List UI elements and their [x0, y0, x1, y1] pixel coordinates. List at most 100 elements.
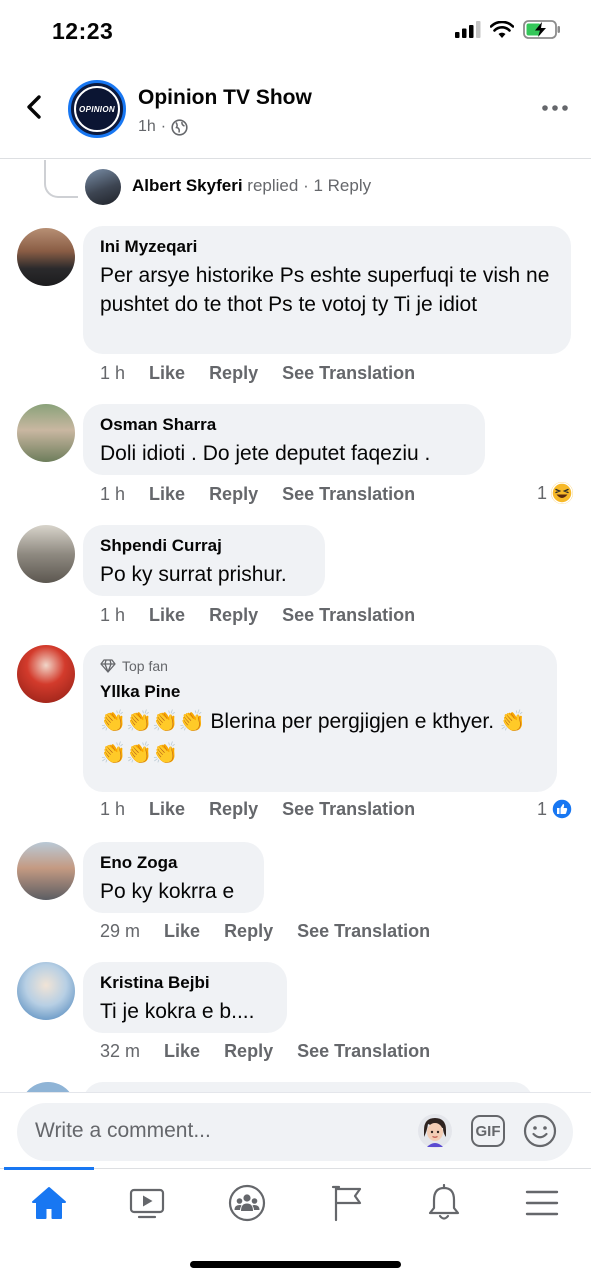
nav-groups[interactable] [227, 1183, 267, 1223]
nav-notifications[interactable] [424, 1183, 464, 1223]
avatar[interactable] [17, 842, 75, 900]
reaction-summary[interactable]: 1 [537, 798, 573, 820]
nav-video[interactable] [127, 1183, 167, 1223]
globe-icon [171, 118, 188, 136]
comment-actions: 29 m Like Reply See Translation [100, 921, 454, 942]
avatar[interactable] [17, 404, 75, 462]
comment-bubble[interactable]: Kristina Bejbi Ti je kokra e b.... [83, 962, 287, 1033]
gif-button[interactable]: GIF [471, 1115, 505, 1147]
thread-connector-line [44, 160, 78, 198]
diamond-icon [100, 659, 116, 673]
comment-item: Top fan Yllka Pine 👏👏👏👏 Blerina per perg… [0, 645, 591, 830]
video-icon [129, 1188, 165, 1219]
avatar-sticker-icon[interactable] [417, 1113, 453, 1149]
like-button[interactable]: Like [149, 363, 185, 384]
reaction-count: 1 [536, 798, 547, 819]
comment-author[interactable]: Eno Zoga [100, 852, 247, 874]
comment-item: Osman Sharra Doli idioti . Do jete deput… [0, 404, 591, 514]
more-horizontal-icon[interactable] [541, 102, 569, 114]
reply-summary-text[interactable]: Albert Skyferi replied · 1 Reply [132, 176, 371, 196]
comment-text: Doli idioti . Do jete deputet faqeziu . [100, 442, 431, 465]
comment-bubble[interactable]: Eno Zoga Po ky kokrra e [83, 842, 264, 913]
avatar[interactable] [17, 525, 75, 583]
post-time: 1h [138, 118, 156, 135]
avatar[interactable] [17, 645, 75, 703]
see-translation-button[interactable]: See Translation [282, 484, 415, 505]
nav-menu[interactable] [522, 1183, 562, 1223]
reaction-summary[interactable]: 1 [537, 482, 573, 504]
comment-time: 1 h [100, 799, 126, 819]
home-indicator-bar[interactable] [190, 1261, 401, 1268]
see-translation-button[interactable]: See Translation [282, 799, 415, 820]
comment-input-placeholder: Write a comment... [35, 1119, 211, 1142]
wifi-icon [490, 20, 514, 38]
comment-item: Ini Myzeqari Per arsye historike Ps esht… [0, 226, 591, 396]
bottom-navigation [0, 1167, 591, 1280]
nav-home[interactable] [29, 1183, 69, 1223]
meta-separator: · [303, 176, 309, 195]
comment-bubble[interactable]: Ini Myzeqari Per arsye historike Ps esht… [83, 226, 571, 354]
notifications-bell-icon [428, 1184, 460, 1220]
comment-text: Po ky kokrra e [100, 880, 235, 903]
comment-item: Eno Zoga Po ky kokrra e 29 m Like Reply … [0, 842, 591, 952]
reply-button[interactable]: Reply [209, 363, 258, 384]
opinion-logo: OPINION [74, 86, 120, 132]
reply-button[interactable]: Reply [209, 799, 258, 820]
comment-time: 1 h [100, 484, 126, 504]
comment-time: 1 h [100, 605, 126, 625]
reply-button[interactable]: Reply [209, 605, 258, 626]
nav-pages[interactable] [327, 1183, 367, 1223]
comment-author[interactable]: Osman Sharra [100, 414, 468, 436]
comment-actions: 32 m Like Reply See Translation [100, 1041, 454, 1062]
top-fan-label: Top fan [122, 658, 168, 674]
comment-input[interactable]: Write a comment... GIF [17, 1103, 573, 1161]
comment-bubble[interactable]: Shpendi Curraj Po ky surrat prishur. [83, 525, 325, 596]
comment-bubble[interactable]: Top fan Yllka Pine 👏👏👏👏 Blerina per perg… [83, 645, 557, 792]
comment-actions: 1 h Like Reply See Translation [100, 799, 439, 820]
page-name[interactable]: Opinion TV Show [138, 86, 312, 110]
status-bar: 12:23 [0, 0, 591, 64]
menu-icon [525, 1190, 559, 1216]
like-button[interactable]: Like [164, 1041, 200, 1062]
comment-time: 1 h [100, 363, 126, 383]
comment-item: Shpendi Curraj Po ky surrat prishur. 1 h… [0, 525, 591, 635]
like-button[interactable]: Like [149, 484, 185, 505]
comment-text: Ti je kokra e b.... [100, 1000, 255, 1023]
reply-verb: replied [247, 176, 299, 195]
like-thumbs-up-icon [551, 798, 573, 820]
see-translation-button[interactable]: See Translation [282, 605, 415, 626]
avatar[interactable] [17, 962, 75, 1020]
comment-text: Po ky surrat prishur. [100, 563, 287, 586]
home-icon [32, 1187, 66, 1219]
comment-text: Per arsye historike Ps eshte superfuqi t… [100, 264, 550, 316]
reaction-count: 1 [536, 482, 547, 503]
haha-laughing-emoji-icon [551, 482, 573, 504]
comment-actions: 1 h Like Reply See Translation [100, 363, 439, 384]
comment-author[interactable]: Yllka Pine [100, 681, 540, 703]
reply-button[interactable]: Reply [224, 1041, 273, 1062]
reply-button[interactable]: Reply [209, 484, 258, 505]
comment-composer-area: Write a comment... GIF [0, 1092, 591, 1168]
comment-author[interactable]: Ini Myzeqari [100, 236, 554, 258]
see-translation-button[interactable]: See Translation [282, 363, 415, 384]
like-button[interactable]: Like [164, 921, 200, 942]
reply-count: 1 Reply [313, 176, 372, 195]
chevron-left-icon[interactable] [20, 92, 50, 122]
pages-flag-icon [331, 1185, 362, 1222]
reply-summary[interactable]: Albert Skyferi replied · 1 Reply [0, 160, 591, 210]
comment-author[interactable]: Shpendi Curraj [100, 535, 308, 557]
smiley-icon[interactable] [523, 1114, 557, 1148]
reply-button[interactable]: Reply [224, 921, 273, 942]
like-button[interactable]: Like [149, 799, 185, 820]
comment-author[interactable]: Kristina Bejbi [100, 972, 270, 994]
avatar[interactable] [17, 228, 75, 286]
post-meta: 1h · [138, 118, 188, 136]
page-avatar[interactable]: OPINION [68, 80, 126, 138]
cellular-signal-icon [455, 21, 481, 38]
see-translation-button[interactable]: See Translation [297, 921, 430, 942]
comment-bubble[interactable]: Osman Sharra Doli idioti . Do jete deput… [83, 404, 485, 475]
post-header: OPINION Opinion TV Show 1h · [0, 64, 591, 159]
like-button[interactable]: Like [149, 605, 185, 626]
comment-time: 29 m [100, 921, 141, 941]
see-translation-button[interactable]: See Translation [297, 1041, 430, 1062]
